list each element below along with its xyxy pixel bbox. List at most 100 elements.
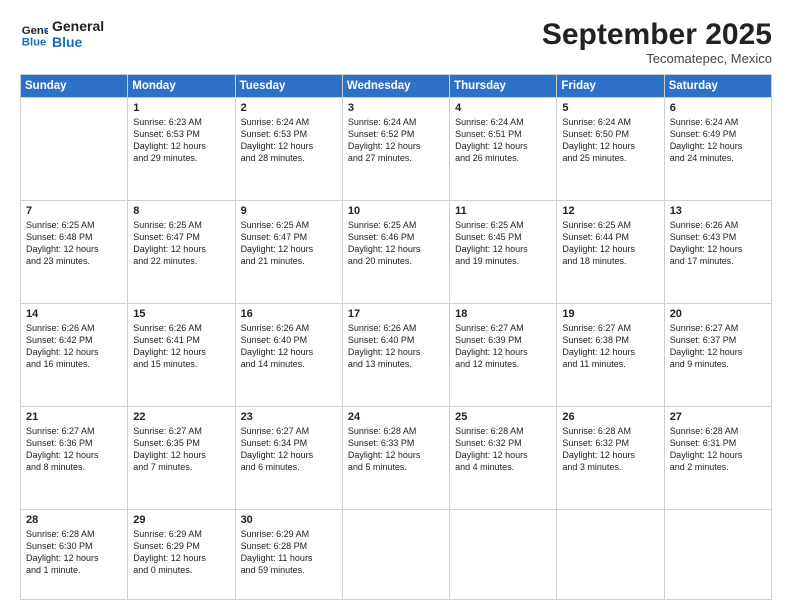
cell-content: Sunrise: 6:24 AM Sunset: 6:52 PM Dayligh… — [348, 116, 444, 165]
day-number: 2 — [241, 102, 337, 114]
cell-content: Sunrise: 6:29 AM Sunset: 6:28 PM Dayligh… — [241, 528, 337, 577]
calendar-cell: 22 Sunrise: 6:27 AM Sunset: 6:35 PM Dayli… — [128, 407, 235, 510]
calendar-table: SundayMondayTuesdayWednesdayThursdayFrid… — [20, 74, 772, 600]
cell-content: Sunrise: 6:26 AM Sunset: 6:40 PM Dayligh… — [241, 322, 337, 371]
week-row-2: 7 Sunrise: 6:25 AM Sunset: 6:48 PM Daylig… — [21, 201, 772, 304]
cell-content: Sunrise: 6:26 AM Sunset: 6:40 PM Dayligh… — [348, 322, 444, 371]
day-number: 22 — [133, 411, 229, 423]
calendar-cell: 16Sunrise: 6:26 AM Sunset: 6:40 PM Dayli… — [235, 304, 342, 407]
header-row: SundayMondayTuesdayWednesdayThursdayFrid… — [21, 75, 772, 98]
cell-content: Sunrise: 6:27 AM Sunset: 6:34 PM Dayligh… — [241, 425, 337, 474]
day-number: 18 — [455, 308, 551, 320]
month-title: September 2025 — [542, 18, 772, 51]
calendar-cell — [557, 510, 664, 600]
cell-content: Sunrise: 6:23 AM Sunset: 6:53 PM Dayligh… — [133, 116, 229, 165]
calendar-cell: 4 Sunrise: 6:24 AM Sunset: 6:51 PM Daylig… — [450, 98, 557, 201]
header: General Blue General Blue September 2025… — [20, 18, 772, 66]
week-row-3: 14 Sunrise: 6:26 AM Sunset: 6:42 PM Dayli… — [21, 304, 772, 407]
col-header-saturday: Saturday — [664, 75, 771, 98]
calendar-cell: 19Sunrise: 6:27 AM Sunset: 6:38 PM Dayli… — [557, 304, 664, 407]
cell-content: Sunrise: 6:26 AM Sunset: 6:42 PM Dayligh… — [26, 322, 122, 371]
day-number: 12 — [562, 205, 658, 217]
title-block: September 2025 Tecomatepec, Mexico — [542, 18, 772, 66]
cell-content: Sunrise: 6:28 AM Sunset: 6:32 PM Dayligh… — [562, 425, 658, 474]
cell-content: Sunrise: 6:27 AM Sunset: 6:37 PM Dayligh… — [670, 322, 766, 371]
day-number: 4 — [455, 102, 551, 114]
calendar-cell: 26 Sunrise: 6:28 AM Sunset: 6:32 PM Dayli… — [557, 407, 664, 510]
logo-line2: Blue — [52, 34, 104, 50]
col-header-friday: Friday — [557, 75, 664, 98]
day-number: 30 — [241, 514, 337, 526]
logo-icon: General Blue — [20, 20, 48, 48]
cell-content: Sunrise: 6:24 AM Sunset: 6:53 PM Dayligh… — [241, 116, 337, 165]
cell-content: Sunrise: 6:25 AM Sunset: 6:48 PM Dayligh… — [26, 219, 122, 268]
col-header-wednesday: Wednesday — [342, 75, 449, 98]
col-header-tuesday: Tuesday — [235, 75, 342, 98]
day-number: 11 — [455, 205, 551, 217]
day-number: 20 — [670, 308, 766, 320]
cell-content: Sunrise: 6:25 AM Sunset: 6:46 PM Dayligh… — [348, 219, 444, 268]
day-number: 9 — [241, 205, 337, 217]
week-row-1: 1 Sunrise: 6:23 AM Sunset: 6:53 PM Daylig… — [21, 98, 772, 201]
cell-content: Sunrise: 6:28 AM Sunset: 6:33 PM Dayligh… — [348, 425, 444, 474]
cell-content: Sunrise: 6:28 AM Sunset: 6:31 PM Dayligh… — [670, 425, 766, 474]
day-number: 3 — [348, 102, 444, 114]
calendar-cell: 23 Sunrise: 6:27 AM Sunset: 6:34 PM Dayli… — [235, 407, 342, 510]
cell-content: Sunrise: 6:24 AM Sunset: 6:51 PM Dayligh… — [455, 116, 551, 165]
cell-content: Sunrise: 6:27 AM Sunset: 6:38 PM Dayligh… — [562, 322, 658, 371]
day-number: 8 — [133, 205, 229, 217]
col-header-monday: Monday — [128, 75, 235, 98]
calendar-cell: 21Sunrise: 6:27 AM Sunset: 6:36 PM Dayli… — [21, 407, 128, 510]
day-number: 15 — [133, 308, 229, 320]
cell-content: Sunrise: 6:24 AM Sunset: 6:49 PM Dayligh… — [670, 116, 766, 165]
day-number: 10 — [348, 205, 444, 217]
week-row-4: 21Sunrise: 6:27 AM Sunset: 6:36 PM Dayli… — [21, 407, 772, 510]
day-number: 5 — [562, 102, 658, 114]
calendar-cell: 17 Sunrise: 6:26 AM Sunset: 6:40 PM Dayli… — [342, 304, 449, 407]
cell-content: Sunrise: 6:25 AM Sunset: 6:45 PM Dayligh… — [455, 219, 551, 268]
cell-content: Sunrise: 6:29 AM Sunset: 6:29 PM Dayligh… — [133, 528, 229, 577]
calendar-cell: 25 Sunrise: 6:28 AM Sunset: 6:32 PM Dayli… — [450, 407, 557, 510]
calendar-cell: 8 Sunrise: 6:25 AM Sunset: 6:47 PM Daylig… — [128, 201, 235, 304]
day-number: 24 — [348, 411, 444, 423]
calendar-cell: 7 Sunrise: 6:25 AM Sunset: 6:48 PM Daylig… — [21, 201, 128, 304]
logo: General Blue General Blue — [20, 18, 104, 50]
cell-content: Sunrise: 6:27 AM Sunset: 6:39 PM Dayligh… — [455, 322, 551, 371]
calendar-cell: 24 Sunrise: 6:28 AM Sunset: 6:33 PM Dayli… — [342, 407, 449, 510]
calendar-cell: 5 Sunrise: 6:24 AM Sunset: 6:50 PM Daylig… — [557, 98, 664, 201]
day-number: 7 — [26, 205, 122, 217]
day-number: 23 — [241, 411, 337, 423]
calendar-cell: 18 Sunrise: 6:27 AM Sunset: 6:39 PM Dayli… — [450, 304, 557, 407]
calendar-cell — [664, 510, 771, 600]
cell-content: Sunrise: 6:28 AM Sunset: 6:32 PM Dayligh… — [455, 425, 551, 474]
cell-content: Sunrise: 6:25 AM Sunset: 6:44 PM Dayligh… — [562, 219, 658, 268]
calendar-cell — [342, 510, 449, 600]
calendar-cell — [21, 98, 128, 201]
svg-text:General: General — [22, 25, 48, 37]
calendar-cell: 20 Sunrise: 6:27 AM Sunset: 6:37 PM Dayli… — [664, 304, 771, 407]
col-header-thursday: Thursday — [450, 75, 557, 98]
calendar-cell: 6Sunrise: 6:24 AM Sunset: 6:49 PM Daylig… — [664, 98, 771, 201]
page: General Blue General Blue September 2025… — [0, 0, 792, 612]
calendar-cell: 9Sunrise: 6:25 AM Sunset: 6:47 PM Daylig… — [235, 201, 342, 304]
cell-content: Sunrise: 6:27 AM Sunset: 6:36 PM Dayligh… — [26, 425, 122, 474]
calendar-cell: 11 Sunrise: 6:25 AM Sunset: 6:45 PM Dayli… — [450, 201, 557, 304]
day-number: 14 — [26, 308, 122, 320]
day-number: 28 — [26, 514, 122, 526]
calendar-cell: 15Sunrise: 6:26 AM Sunset: 6:41 PM Dayli… — [128, 304, 235, 407]
calendar-cell: 27 Sunrise: 6:28 AM Sunset: 6:31 PM Dayli… — [664, 407, 771, 510]
cell-content: Sunrise: 6:26 AM Sunset: 6:43 PM Dayligh… — [670, 219, 766, 268]
calendar-cell: 30 Sunrise: 6:29 AM Sunset: 6:28 PM Dayli… — [235, 510, 342, 600]
day-number: 25 — [455, 411, 551, 423]
calendar-cell: 14 Sunrise: 6:26 AM Sunset: 6:42 PM Dayli… — [21, 304, 128, 407]
calendar-cell: 13Sunrise: 6:26 AM Sunset: 6:43 PM Dayli… — [664, 201, 771, 304]
day-number: 26 — [562, 411, 658, 423]
location: Tecomatepec, Mexico — [542, 51, 772, 66]
day-number: 17 — [348, 308, 444, 320]
calendar-cell: 29Sunrise: 6:29 AM Sunset: 6:29 PM Dayli… — [128, 510, 235, 600]
cell-content: Sunrise: 6:27 AM Sunset: 6:35 PM Dayligh… — [133, 425, 229, 474]
cell-content: Sunrise: 6:25 AM Sunset: 6:47 PM Dayligh… — [133, 219, 229, 268]
day-number: 1 — [133, 102, 229, 114]
cell-content: Sunrise: 6:24 AM Sunset: 6:50 PM Dayligh… — [562, 116, 658, 165]
day-number: 27 — [670, 411, 766, 423]
